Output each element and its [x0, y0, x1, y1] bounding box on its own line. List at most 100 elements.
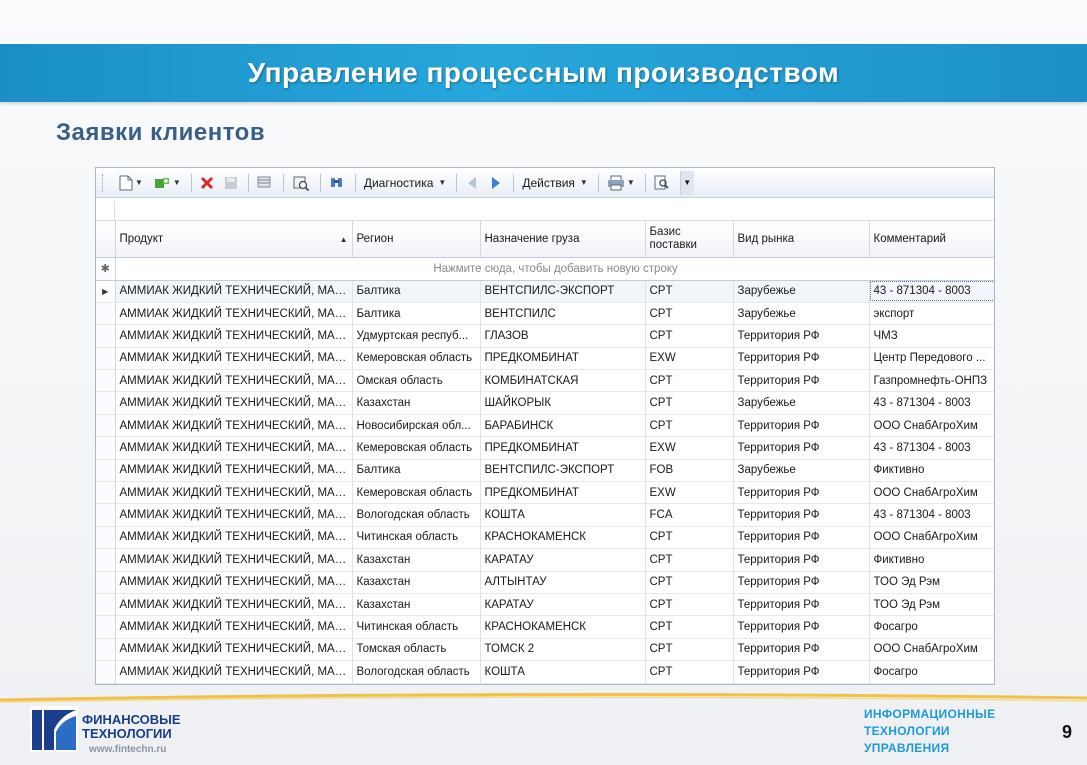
cell-delivery-basis[interactable]: CPT	[645, 638, 734, 662]
table-row[interactable]: АММИАК ЖИДКИЙ ТЕХНИЧЕСКИЙ, МАР... Томская…	[96, 638, 994, 662]
table-row[interactable]: ▶ АММИАК ЖИДКИЙ ТЕХНИЧЕСКИЙ, МАР... Балтик…	[96, 280, 994, 303]
cell-destination[interactable]: КОШТА	[480, 660, 646, 684]
row-indicator[interactable]	[96, 593, 116, 617]
cell-region[interactable]: Кемеровская область	[352, 347, 481, 371]
cell-product[interactable]: АММИАК ЖИДКИЙ ТЕХНИЧЕСКИЙ, МАР...	[115, 369, 353, 393]
table-row[interactable]: АММИАК ЖИДКИЙ ТЕХНИЧЕСКИЙ, МАР... Кемеров…	[96, 347, 994, 371]
table-row[interactable]: АММИАК ЖИДКИЙ ТЕХНИЧЕСКИЙ, МАР... Новосиб…	[96, 414, 994, 438]
row-indicator[interactable]	[96, 414, 116, 438]
cell-comment[interactable]: 43 - 871304 - 8003	[869, 280, 994, 303]
cell-region[interactable]: Казахстан	[352, 593, 481, 617]
cell-delivery-basis[interactable]: CPT	[645, 414, 734, 438]
cell-product[interactable]: АММИАК ЖИДКИЙ ТЕХНИЧЕСКИЙ, МАР...	[115, 615, 353, 639]
cell-region[interactable]: Вологодская область	[352, 503, 481, 527]
cell-product[interactable]: АММИАК ЖИДКИЙ ТЕХНИЧЕСКИЙ, МАР...	[115, 503, 353, 527]
row-indicator[interactable]	[96, 481, 116, 505]
cell-delivery-basis[interactable]: CPT	[645, 526, 734, 550]
row-indicator[interactable]	[96, 347, 116, 371]
cell-market-type[interactable]: Территория РФ	[733, 638, 870, 662]
cell-destination[interactable]: ШАЙКОРЫК	[480, 391, 646, 415]
cell-product[interactable]: АММИАК ЖИДКИЙ ТЕХНИЧЕСКИЙ, МАР...	[115, 660, 353, 684]
cell-delivery-basis[interactable]: EXW	[645, 481, 734, 505]
cell-comment[interactable]: ТОО Эд Рэм	[869, 593, 994, 617]
cell-destination[interactable]: ПРЕДКОМБИНАТ	[480, 347, 646, 371]
cell-market-type[interactable]: Территория РФ	[733, 481, 870, 505]
cell-region[interactable]: Кемеровская область	[352, 436, 481, 460]
cell-comment[interactable]: Фиктивно	[869, 459, 994, 483]
cell-delivery-basis[interactable]: CPT	[645, 593, 734, 617]
cell-delivery-basis[interactable]: EXW	[645, 347, 734, 371]
cell-product[interactable]: АММИАК ЖИДКИЙ ТЕХНИЧЕСКИЙ, МАР...	[115, 548, 353, 572]
cell-delivery-basis[interactable]: CPT	[645, 280, 734, 303]
cell-market-type[interactable]: Территория РФ	[733, 571, 870, 594]
next-button[interactable]	[485, 172, 507, 194]
previous-button[interactable]	[461, 172, 483, 194]
cell-comment[interactable]: ТОО Эд Рэм	[869, 571, 994, 594]
table-row[interactable]: АММИАК ЖИДКИЙ ТЕХНИЧЕСКИЙ, МАР... Казахст…	[96, 571, 994, 594]
cell-destination[interactable]: ГЛАЗОВ	[480, 324, 646, 348]
cell-region[interactable]: Вологодская область	[352, 660, 481, 684]
cell-region[interactable]: Балтика	[352, 459, 481, 483]
cell-market-type[interactable]: Зарубежье	[733, 302, 870, 326]
toolbar-overflow-button[interactable]: ▼	[679, 170, 694, 195]
cell-comment[interactable]: Фосагро	[869, 615, 994, 639]
current-row-indicator-icon[interactable]: ▶	[96, 280, 116, 303]
column-header-product[interactable]: Продукт ▲	[115, 221, 353, 258]
cell-region[interactable]: Казахстан	[352, 548, 481, 572]
cell-destination[interactable]: КРАСНОКАМЕНСК	[480, 526, 646, 550]
cell-destination[interactable]: ПРЕДКОМБИНАТ	[480, 481, 646, 505]
cell-market-type[interactable]: Территория РФ	[733, 503, 870, 527]
table-row[interactable]: АММИАК ЖИДКИЙ ТЕХНИЧЕСКИЙ, МАР... Читинск…	[96, 615, 994, 639]
row-indicator[interactable]	[96, 638, 116, 662]
row-indicator[interactable]	[96, 660, 116, 684]
cell-product[interactable]: АММИАК ЖИДКИЙ ТЕХНИЧЕСКИЙ, МАР...	[115, 436, 353, 460]
cell-product[interactable]: АММИАК ЖИДКИЙ ТЕХНИЧЕСКИЙ, МАР...	[115, 414, 353, 438]
column-header-comment[interactable]: Комментарий	[869, 221, 994, 258]
row-indicator[interactable]	[96, 571, 116, 594]
cell-market-type[interactable]: Территория РФ	[733, 347, 870, 371]
column-header-delivery-basis[interactable]: Базис поставки	[645, 221, 734, 258]
cell-region[interactable]: Омская область	[352, 369, 481, 393]
cell-comment[interactable]: экспорт	[869, 302, 994, 326]
row-indicator[interactable]	[96, 302, 116, 326]
cell-market-type[interactable]: Территория РФ	[733, 615, 870, 639]
copy-button[interactable]	[253, 172, 277, 194]
row-indicator[interactable]	[96, 324, 116, 348]
cell-destination[interactable]: ТОМСК 2	[480, 638, 646, 662]
table-row[interactable]: АММИАК ЖИДКИЙ ТЕХНИЧЕСКИЙ, МАР... Омская …	[96, 369, 994, 393]
cell-market-type[interactable]: Территория РФ	[733, 660, 870, 684]
cell-region[interactable]: Казахстан	[352, 571, 481, 594]
cell-delivery-basis[interactable]: FCA	[645, 503, 734, 527]
cell-product[interactable]: АММИАК ЖИДКИЙ ТЕХНИЧЕСКИЙ, МАР...	[115, 391, 353, 415]
print-button[interactable]: ▼	[603, 172, 639, 194]
row-indicator[interactable]	[96, 459, 116, 483]
cell-product[interactable]: АММИАК ЖИДКИЙ ТЕХНИЧЕСКИЙ, МАР...	[115, 526, 353, 550]
table-row[interactable]: АММИАК ЖИДКИЙ ТЕХНИЧЕСКИЙ, МАР... Казахст…	[96, 548, 994, 572]
table-row[interactable]: АММИАК ЖИДКИЙ ТЕХНИЧЕСКИЙ, МАР... Вологод…	[96, 660, 994, 684]
cell-comment[interactable]: ООО СнабАгроХим	[869, 638, 994, 662]
cell-market-type[interactable]: Территория РФ	[733, 526, 870, 550]
cell-region[interactable]: Томская область	[352, 638, 481, 662]
cell-destination[interactable]: ВЕНТСПИЛС	[480, 302, 646, 326]
cell-region[interactable]: Читинская область	[352, 615, 481, 639]
cell-product[interactable]: АММИАК ЖИДКИЙ ТЕХНИЧЕСКИЙ, МАР...	[115, 280, 353, 303]
cell-comment[interactable]: 43 - 871304 - 8003	[869, 391, 994, 415]
cell-comment[interactable]: Фосагро	[869, 660, 994, 684]
cell-destination[interactable]: АЛТЫНТАУ	[480, 571, 646, 594]
cell-market-type[interactable]: Территория РФ	[733, 369, 870, 393]
row-indicator[interactable]	[96, 526, 116, 550]
cell-product[interactable]: АММИАК ЖИДКИЙ ТЕХНИЧЕСКИЙ, МАР...	[115, 481, 353, 505]
cell-region[interactable]: Балтика	[352, 302, 481, 326]
cell-product[interactable]: АММИАК ЖИДКИЙ ТЕХНИЧЕСКИЙ, МАР...	[115, 459, 353, 483]
table-row[interactable]: АММИАК ЖИДКИЙ ТЕХНИЧЕСКИЙ, МАР... Балтика…	[96, 302, 994, 326]
new-document-button[interactable]: ▼	[115, 172, 147, 194]
cell-product[interactable]: АММИАК ЖИДКИЙ ТЕХНИЧЕСКИЙ, МАР...	[115, 324, 353, 348]
cell-product[interactable]: АММИАК ЖИДКИЙ ТЕХНИЧЕСКИЙ, МАР...	[115, 302, 353, 326]
cell-market-type[interactable]: Территория РФ	[733, 414, 870, 438]
cell-destination[interactable]: ПРЕДКОМБИНАТ	[480, 436, 646, 460]
table-row[interactable]: АММИАК ЖИДКИЙ ТЕХНИЧЕСКИЙ, МАР... Казахст…	[96, 391, 994, 415]
cell-comment[interactable]: 43 - 871304 - 8003	[869, 503, 994, 527]
cell-delivery-basis[interactable]: CPT	[645, 615, 734, 639]
cell-comment[interactable]: Фиктивно	[869, 548, 994, 572]
cell-region[interactable]: Казахстан	[352, 391, 481, 415]
